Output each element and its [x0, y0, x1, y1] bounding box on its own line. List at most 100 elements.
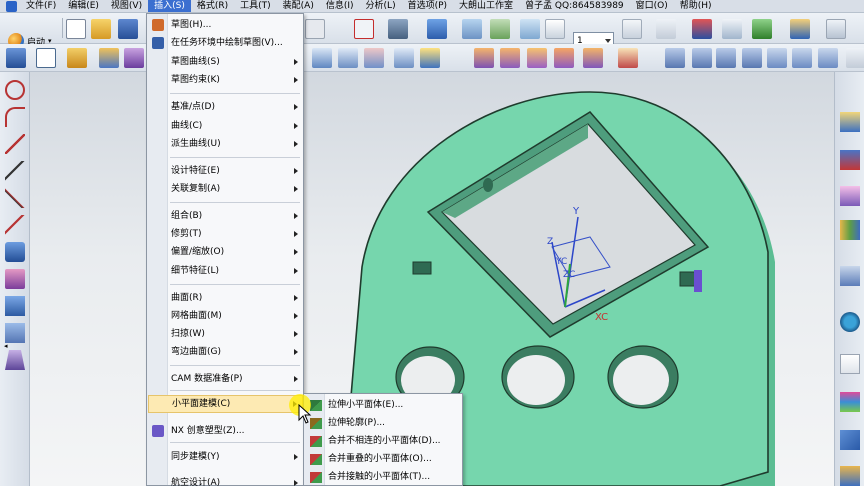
system-materials-icon[interactable]	[840, 392, 860, 412]
history-icon[interactable]	[840, 354, 860, 374]
move-face-icon[interactable]	[500, 48, 520, 68]
insert-menu-item[interactable]: 网格曲面(M)	[148, 307, 303, 325]
layer-settings-icon[interactable]	[545, 19, 565, 39]
surface-mesh-icon[interactable]	[665, 48, 685, 68]
facet-submenu-item[interactable]: 拉伸小平面体(E)...	[305, 396, 462, 415]
menu-1[interactable]: 编辑(E)	[62, 0, 105, 12]
menu-3[interactable]: 插入(S)	[148, 0, 191, 12]
menu-9[interactable]: 首选项(P)	[402, 0, 453, 12]
orient-view-icon[interactable]	[462, 19, 482, 39]
shaded-cube-icon[interactable]	[427, 19, 447, 39]
fit-view-icon[interactable]	[354, 19, 374, 39]
face-curve-icon[interactable]	[5, 269, 25, 289]
insert-menu-item[interactable]: 细节特征(L)	[148, 262, 303, 280]
insert-menu-item[interactable]: 在任务环境中绘制草图(V)...	[148, 34, 303, 52]
nx-app-icon[interactable]	[6, 0, 17, 12]
dimension-icon[interactable]	[826, 19, 846, 39]
replace-face-icon[interactable]	[474, 48, 494, 68]
unite-icon[interactable]	[124, 48, 144, 68]
edge-blend-icon[interactable]	[312, 48, 332, 68]
curve-offset-icon[interactable]	[5, 188, 25, 208]
extrude-icon[interactable]	[67, 48, 87, 68]
insert-menu-item[interactable]: 派生曲线(U)	[148, 135, 303, 153]
insert-menu-item[interactable]: 设计特征(E)	[148, 162, 303, 180]
menu-8[interactable]: 分析(L)	[360, 0, 402, 12]
view-rotate-icon[interactable]	[305, 19, 325, 39]
insert-menu-item[interactable]: 草图曲线(S)	[148, 53, 303, 71]
roles-icon[interactable]	[840, 466, 860, 486]
insert-menu-item[interactable]: 曲线(C)	[148, 117, 303, 135]
insert-menu-item[interactable]: 航空设计(A)	[148, 474, 303, 486]
new-file-icon[interactable]	[66, 19, 86, 39]
insert-menu-item[interactable]: 弯边曲面(G)	[148, 343, 303, 361]
insert-menu-item[interactable]: 同步建模(Y)	[148, 448, 303, 466]
resize-face-icon[interactable]	[583, 48, 603, 68]
more-tools-icon[interactable]	[846, 48, 864, 68]
save-icon[interactable]	[118, 19, 138, 39]
line-icon[interactable]	[5, 134, 25, 154]
cylinder-icon[interactable]	[5, 242, 25, 262]
menu-5[interactable]: 工具(T)	[234, 0, 277, 12]
swept-icon[interactable]	[742, 48, 762, 68]
arc-icon[interactable]	[5, 107, 25, 127]
draft-icon[interactable]	[394, 48, 414, 68]
menu-10[interactable]: 大朗山工作室	[453, 0, 519, 12]
insert-menu-item[interactable]: 组合(B)	[148, 207, 303, 225]
delete-face-icon[interactable]	[554, 48, 574, 68]
shell-icon[interactable]	[364, 48, 384, 68]
insert-menu-item[interactable]: 扫掠(W)	[148, 325, 303, 343]
open-folder-icon[interactable]	[91, 19, 111, 39]
constraint-navigator-icon[interactable]	[840, 150, 860, 170]
sketch-plane-icon[interactable]	[6, 48, 26, 68]
menu-6[interactable]: 装配(A)	[277, 0, 320, 12]
project-curve-icon[interactable]	[5, 215, 25, 235]
insert-menu-item[interactable]: CAM 数据准备(P)	[148, 370, 303, 388]
process-studio-icon[interactable]	[840, 430, 860, 450]
facet-submenu-item[interactable]: 合并不相连的小平面体(D)...	[305, 432, 462, 451]
play-macro-icon[interactable]	[752, 19, 772, 39]
background-icon[interactable]	[490, 19, 510, 39]
wcs-icon[interactable]	[656, 19, 676, 39]
curve-mesh-icon[interactable]	[716, 48, 736, 68]
circle-icon[interactable]	[5, 80, 25, 100]
menu-13[interactable]: 帮助(H)	[674, 0, 718, 12]
datum-plane-icon[interactable]	[36, 48, 56, 68]
insert-menu-item[interactable]: 修剪(T)	[148, 225, 303, 243]
insert-menu-item[interactable]: 偏置/缩放(O)	[148, 243, 303, 261]
render-style-icon[interactable]	[388, 19, 408, 39]
menu-11[interactable]: 曾子孟 QQ:864583989	[519, 0, 630, 12]
through-curves-icon[interactable]	[692, 48, 712, 68]
reuse-library-icon[interactable]	[840, 220, 860, 240]
insert-menu-item[interactable]: NX 创意塑型(Z)...	[148, 422, 303, 440]
insert-menu-item[interactable]: 草图(H)...	[148, 16, 303, 34]
insert-menu-item[interactable]: 关联复制(A)	[148, 180, 303, 198]
insert-menu-item[interactable]: 曲面(R)	[148, 289, 303, 307]
trim-body-icon[interactable]	[618, 48, 638, 68]
move-layer-icon[interactable]	[622, 19, 642, 39]
n-sided-surface-icon[interactable]	[767, 48, 787, 68]
snap-point-icon[interactable]	[692, 19, 712, 39]
menu-0[interactable]: 文件(F)	[20, 0, 62, 12]
chevron-left-icon[interactable]: ◂	[4, 342, 8, 350]
spline-icon[interactable]	[5, 161, 25, 181]
facet-submenu-item[interactable]: 合并重叠的小平面体(O)...	[305, 450, 462, 469]
hd3d-tools-icon[interactable]	[840, 266, 860, 286]
trapezoid-icon[interactable]	[5, 350, 25, 370]
menu-2[interactable]: 视图(V)	[105, 0, 148, 12]
book-icon[interactable]	[5, 296, 25, 316]
sketch-tool-icon[interactable]	[790, 19, 810, 39]
facet-submenu-item[interactable]: 拉伸轮廓(P)...	[305, 414, 462, 433]
assembly-navigator-icon[interactable]	[840, 112, 860, 132]
menu-12[interactable]: 窗口(O)	[630, 0, 674, 12]
revolve-icon[interactable]	[99, 48, 119, 68]
menu-7[interactable]: 信息(I)	[320, 0, 360, 12]
studio-surface-icon[interactable]	[792, 48, 812, 68]
offset-face-icon[interactable]	[420, 48, 440, 68]
pull-face-icon[interactable]	[527, 48, 547, 68]
bounded-plane-icon[interactable]	[818, 48, 838, 68]
web-browser-icon[interactable]	[840, 312, 860, 332]
insert-menu-item[interactable]: 小平面建模(C)	[148, 395, 303, 413]
part-navigator-icon[interactable]	[840, 186, 860, 206]
facet-submenu-item[interactable]: 合并接触的小平面体(T)...	[305, 468, 462, 486]
insert-menu-item[interactable]: 草图约束(K)	[148, 71, 303, 89]
